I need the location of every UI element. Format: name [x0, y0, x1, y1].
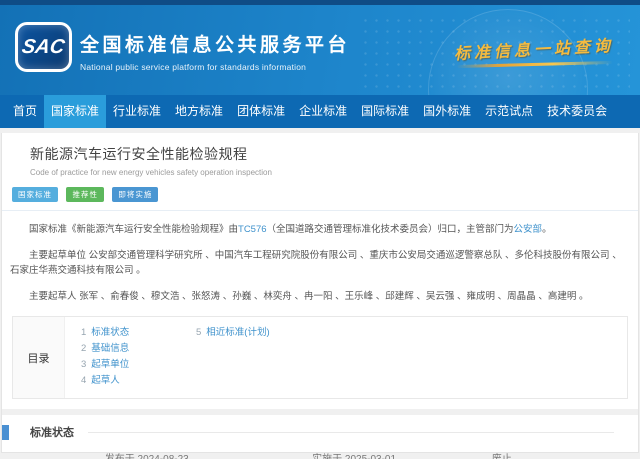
- toc-item-number: 2: [81, 343, 86, 354]
- sac-logo-text: SAC: [20, 36, 66, 59]
- status-timeline: 发布于 2024-08-23 实施于 2025-03-01 废止: [36, 448, 604, 459]
- section-rule-line: [88, 432, 614, 433]
- toc-item-label: 基础信息: [91, 343, 129, 354]
- nav-item-enterprise-standard[interactable]: 企业标准: [292, 95, 354, 128]
- standard-header: 新能源汽车运行安全性能检验规程 Code of practice for new…: [2, 133, 638, 211]
- toc-label: 目录: [13, 317, 65, 398]
- toc-item-standard-status[interactable]: 1 标准状态: [81, 325, 196, 341]
- site-subtitle: National public service platform for sta…: [80, 62, 350, 72]
- nav-item-international-standard[interactable]: 国际标准: [354, 95, 416, 128]
- toc-item-label: 标准状态: [91, 327, 129, 338]
- status-section-header: 标准状态: [2, 424, 638, 440]
- toc-links: 1 标准状态 2 基础信息 3 起草单位 4 起草人 5 相近标准(计划): [65, 317, 627, 398]
- drafting-units-paragraph: 主要起草单位 公安部交通管理科学研究所 、中国汽车工程研究院股份有限公司 、重庆…: [10, 248, 630, 278]
- badge-recommended: 推荐性: [66, 187, 104, 202]
- toc-item-label: 起草单位: [91, 359, 129, 370]
- standard-title-cn: 新能源汽车运行安全性能检验规程: [30, 144, 628, 164]
- toc-item-number: 1: [81, 327, 86, 338]
- badge-upcoming-implementation: 即将实施: [112, 187, 158, 202]
- tc576-link[interactable]: TC576: [238, 224, 267, 235]
- intro-paragraph: 国家标准《新能源汽车运行安全性能检验规程》由TC576（全国道路交通管理标准化技…: [10, 222, 630, 237]
- timeline-step-published: 发布于 2024-08-23: [72, 450, 222, 459]
- toc-item-number: 3: [81, 359, 86, 370]
- intro-suffix: 。: [542, 224, 552, 235]
- section-divider: [2, 409, 638, 415]
- badge-row: 国家标准 推荐性 即将实施: [12, 184, 628, 202]
- site-title: 全国标准信息公共服务平台: [80, 30, 350, 57]
- timeline-step-label: 废止: [427, 450, 577, 459]
- site-titles: 全国标准信息公共服务平台 National public service pla…: [80, 30, 350, 72]
- nav-item-industry-standard[interactable]: 行业标准: [106, 95, 168, 128]
- timeline-step-implemented: 实施于 2025-03-01: [279, 450, 429, 459]
- site-header: SAC 全国标准信息公共服务平台 National public service…: [0, 5, 640, 95]
- timeline-step-label: 实施于 2025-03-01: [279, 450, 429, 459]
- timeline-step-abolished: 废止: [427, 450, 577, 459]
- toc-item-drafters[interactable]: 4 起草人: [81, 373, 196, 389]
- nav-item-technical-committee[interactable]: 技术委员会: [540, 95, 614, 128]
- toc-column-1: 1 标准状态 2 基础信息 3 起草单位 4 起草人: [81, 325, 196, 389]
- intro-prefix: 国家标准《新能源汽车运行安全性能检验规程》由: [29, 224, 238, 235]
- drafters-paragraph: 主要起草人 张军 、俞春俊 、穆文浩 、张怒涛 、孙巍 、林奕舟 、冉一阳 、王…: [10, 289, 630, 304]
- toc-column-2: 5 相近标准(计划): [196, 325, 270, 389]
- toc-item-number: 5: [196, 327, 201, 338]
- page: SAC 全国标准信息公共服务平台 National public service…: [0, 0, 640, 459]
- toc-item-drafting-units[interactable]: 3 起草单位: [81, 357, 196, 373]
- standard-title-en: Code of practice for new energy vehicles…: [30, 168, 628, 177]
- badge-national-standard: 国家标准: [12, 187, 58, 202]
- nav-item-home[interactable]: 首页: [6, 95, 44, 128]
- section-marker: [2, 425, 9, 440]
- timeline-step-label: 发布于 2024-08-23: [72, 450, 222, 459]
- toc-item-label: 相近标准(计划): [206, 327, 269, 338]
- nav-item-local-standard[interactable]: 地方标准: [168, 95, 230, 128]
- toc-box: 目录 1 标准状态 2 基础信息 3 起草单位 4 起草人 5 相近标准(计划): [12, 316, 628, 399]
- toc-item-number: 4: [81, 375, 86, 386]
- nav-item-national-standard[interactable]: 国家标准: [44, 95, 106, 128]
- toc-item-label: 起草人: [91, 375, 120, 386]
- intro-middle: （全国道路交通管理标准化技术委员会）归口，主管部门为: [267, 224, 514, 235]
- standard-description: 国家标准《新能源汽车运行安全性能检验规程》由TC576（全国道路交通管理标准化技…: [2, 222, 638, 304]
- status-section-title: 标准状态: [30, 424, 74, 440]
- department-link[interactable]: 公安部: [514, 224, 543, 235]
- nav-item-foreign-standard[interactable]: 国外标准: [416, 95, 478, 128]
- nav-item-pilot-program[interactable]: 示范试点: [478, 95, 540, 128]
- nav-item-group-standard[interactable]: 团体标准: [230, 95, 292, 128]
- toc-item-similar-standards[interactable]: 5 相近标准(计划): [196, 325, 270, 341]
- toc-item-basic-info[interactable]: 2 基础信息: [81, 341, 196, 357]
- standard-detail-card: 新能源汽车运行安全性能检验规程 Code of practice for new…: [1, 133, 639, 453]
- main-nav: 首页 国家标准 行业标准 地方标准 团体标准 企业标准 国际标准 国外标准 示范…: [0, 95, 640, 128]
- sac-logo[interactable]: SAC: [15, 22, 72, 72]
